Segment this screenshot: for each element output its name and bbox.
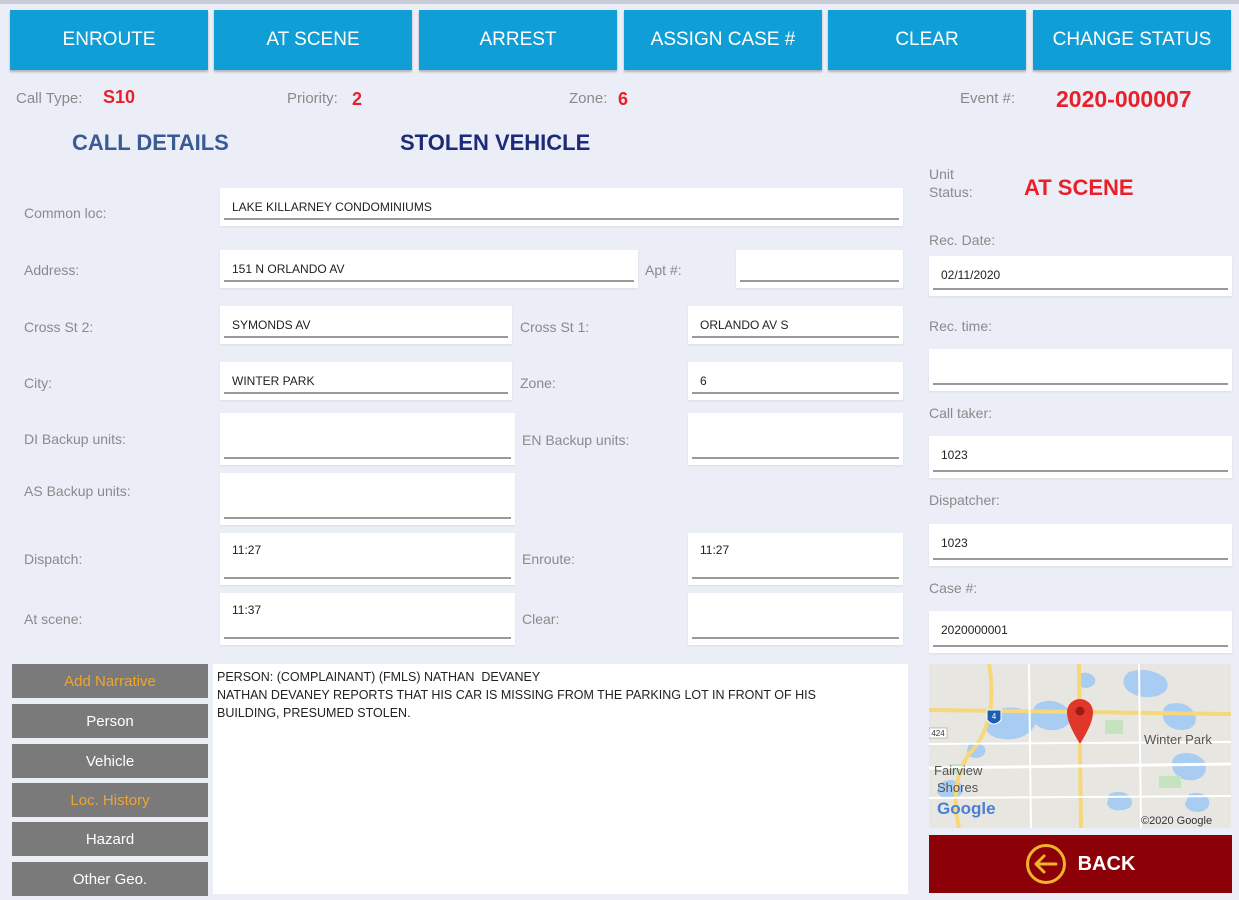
rec-time-field[interactable]	[929, 349, 1232, 391]
google-logo: Google	[937, 799, 996, 818]
map-graphic: 4 424 Winter Park Fairview Shores Google…	[929, 664, 1231, 828]
unit-status-label-line2: Status:	[929, 184, 973, 200]
enroute-button[interactable]: ENROUTE	[10, 10, 208, 70]
call-details-title: CALL DETAILS	[72, 130, 229, 155]
interstate-shield: 4	[986, 709, 1002, 725]
zone-value: 6	[618, 89, 629, 109]
city-field[interactable]: WINTER PARK	[220, 362, 512, 400]
cross-st-2-label: Cross St 2:	[24, 319, 94, 335]
apt-label: Apt #:	[645, 262, 682, 278]
en-backup-label: EN Backup units:	[522, 432, 630, 448]
rec-time-label: Rec. time:	[929, 318, 993, 334]
at-scene-label: At scene:	[24, 611, 83, 627]
interstate-label: 4	[992, 712, 997, 721]
back-button-label: BACK	[1077, 852, 1136, 875]
priority-label: Priority:	[287, 90, 338, 107]
en-backup-field[interactable]	[688, 413, 903, 465]
enroute-label: Enroute:	[522, 551, 575, 567]
cross-st-1-label: Cross St 1:	[520, 319, 590, 335]
rec-date-field[interactable]: 02/11/2020	[929, 256, 1232, 296]
loc-history-button[interactable]: Loc. History	[12, 783, 208, 817]
change-status-button[interactable]: CHANGE STATUS	[1033, 10, 1231, 70]
call-taker-label: Call taker:	[929, 405, 993, 421]
person-button[interactable]: Person	[12, 704, 208, 738]
event-label: Event #:	[960, 90, 1016, 107]
dispatch-label: Dispatch:	[24, 551, 83, 567]
dispatcher-label: Dispatcher:	[929, 492, 1000, 508]
unit-status-value: AT SCENE	[1024, 175, 1134, 200]
as-backup-field[interactable]	[220, 473, 515, 525]
zone-field[interactable]: 6	[688, 362, 903, 400]
top-border	[0, 0, 1239, 4]
address-label: Address:	[24, 262, 80, 278]
other-geo-button[interactable]: Other Geo.	[12, 862, 208, 896]
dispatch-field[interactable]: 11:27	[220, 533, 515, 585]
di-backup-field[interactable]	[220, 413, 515, 465]
assign-case-button[interactable]: ASSIGN CASE #	[624, 10, 822, 70]
cross-st-2-field[interactable]: SYMONDS AV	[220, 306, 512, 344]
address-field[interactable]: 151 N ORLANDO AV	[220, 250, 638, 288]
arrest-button[interactable]: ARREST	[419, 10, 617, 70]
back-button[interactable]: BACK	[929, 835, 1232, 893]
cross-st-1-field[interactable]: ORLANDO AV S	[688, 306, 903, 344]
call-kind-title: STOLEN VEHICLE	[400, 130, 591, 155]
zone-label: Zone:	[569, 90, 608, 107]
call-taker-field[interactable]: 1023	[929, 436, 1232, 478]
as-backup-label: AS Backup units:	[24, 483, 131, 499]
dispatcher-field[interactable]: 1023	[929, 524, 1232, 566]
vehicle-button[interactable]: Vehicle	[12, 744, 208, 778]
hazard-button[interactable]: Hazard	[12, 822, 208, 856]
enroute-field[interactable]: 11:27	[688, 533, 903, 585]
back-arrow-icon	[1025, 844, 1066, 884]
common-loc-field[interactable]: LAKE KILLARNEY CONDOMINIUMS	[220, 188, 903, 226]
common-loc-label: Common loc:	[24, 205, 107, 221]
call-type-value: S10	[103, 87, 136, 107]
location-map[interactable]: 4 424 Winter Park Fairview Shores Google…	[929, 664, 1231, 828]
clear-button[interactable]: CLEAR	[828, 10, 1026, 70]
event-number: 2020-000007	[1056, 86, 1192, 112]
map-label-shores: Shores	[937, 780, 979, 795]
apt-field[interactable]	[736, 250, 903, 288]
narrative-text[interactable]: PERSON: (COMPLAINANT) (FMLS) NATHAN DEVA…	[213, 664, 908, 894]
case-number-label: Case #:	[929, 580, 978, 596]
at-scene-button[interactable]: AT SCENE	[214, 10, 412, 70]
di-backup-label: DI Backup units:	[24, 431, 126, 447]
unit-status-label-line1: Unit	[929, 166, 954, 182]
zone-field-label: Zone:	[520, 375, 556, 391]
at-scene-field[interactable]: 11:37	[220, 593, 515, 645]
rec-date-label: Rec. Date:	[929, 232, 996, 248]
city-label: City:	[24, 375, 52, 391]
clear-label: Clear:	[522, 611, 560, 627]
map-label-winter-park: Winter Park	[1144, 732, 1212, 747]
add-narrative-button[interactable]: Add Narrative	[12, 664, 208, 698]
clear-field[interactable]	[688, 593, 903, 645]
priority-value: 2	[352, 89, 363, 109]
map-label-fairview: Fairview	[934, 763, 983, 778]
case-number-field[interactable]: 2020000001	[929, 611, 1232, 653]
highway-label: 424	[931, 729, 945, 738]
map-copyright: ©2020 Google	[1141, 815, 1212, 827]
call-type-label: Call Type:	[16, 90, 83, 107]
